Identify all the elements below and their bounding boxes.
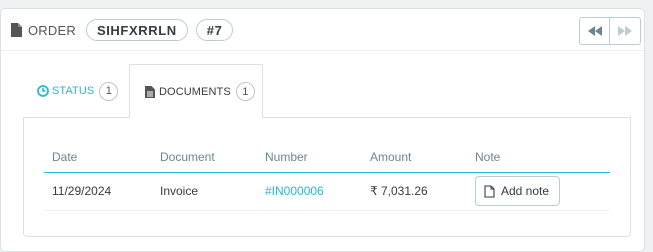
order-reference-badge: SIHFXRRLN xyxy=(85,19,188,41)
clock-icon xyxy=(37,85,49,97)
tab-status-label: STATUS xyxy=(52,85,95,97)
column-header-amount: Amount xyxy=(362,142,467,173)
order-navigation xyxy=(579,17,641,45)
tab-documents-label: DOCUMENTS xyxy=(159,85,231,98)
column-header-note: Note xyxy=(467,142,610,173)
cell-date: 11/29/2024 xyxy=(44,172,152,211)
document-icon xyxy=(11,23,22,37)
column-header-document: Document xyxy=(152,142,257,173)
previous-order-button[interactable] xyxy=(579,17,610,45)
cell-document: Invoice xyxy=(152,172,257,211)
add-note-label: Add note xyxy=(501,184,550,198)
tab-documents[interactable]: DOCUMENTS 1 xyxy=(129,64,263,119)
file-icon xyxy=(484,184,495,198)
cell-note: Add note xyxy=(467,172,610,211)
next-order-button[interactable] xyxy=(610,17,641,45)
tab-status[interactable]: STATUS 1 xyxy=(37,64,119,118)
backward-icon xyxy=(587,26,602,36)
cell-amount: ₹ 7,031.26 xyxy=(362,172,467,211)
tab-documents-count: 1 xyxy=(235,82,255,101)
tab-status-count: 1 xyxy=(99,81,119,101)
table-row: 11/29/2024 Invoice #IN000006 ₹ 7,031.26 … xyxy=(44,172,610,211)
column-header-date: Date xyxy=(44,142,152,173)
document-icon xyxy=(145,85,155,98)
add-note-button[interactable]: Add note xyxy=(475,176,561,206)
documents-tab-content: Date Document Number Amount Note 11/29/2… xyxy=(23,117,631,237)
invoice-number-link[interactable]: #IN000006 xyxy=(265,184,324,198)
order-number-badge: #7 xyxy=(195,19,234,41)
cell-number: #IN000006 xyxy=(257,172,362,211)
order-panel: ORDER SIHFXRRLN #7 STATUS 1 DOCUMENTS 1 xyxy=(0,8,645,252)
panel-heading: ORDER SIHFXRRLN #7 xyxy=(11,17,641,45)
column-header-number: Number xyxy=(257,142,362,173)
documents-table: Date Document Number Amount Note 11/29/2… xyxy=(44,142,610,211)
heading-divider xyxy=(1,50,644,51)
order-tabs: STATUS 1 DOCUMENTS 1 xyxy=(23,64,631,119)
page-title: ORDER xyxy=(28,22,76,38)
forward-icon xyxy=(618,26,632,36)
table-header-row: Date Document Number Amount Note xyxy=(44,142,610,173)
